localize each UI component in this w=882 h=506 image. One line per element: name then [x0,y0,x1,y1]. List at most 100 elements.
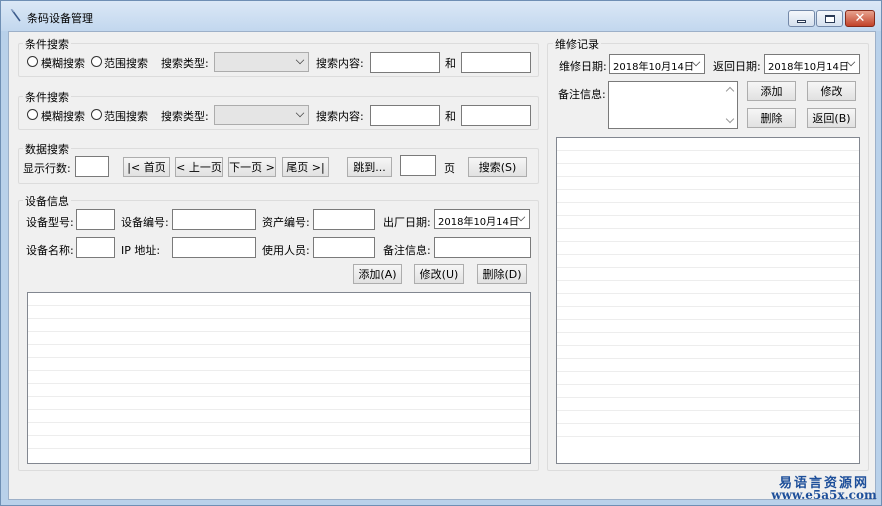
search-group-1-title: 条件搜索 [23,36,71,52]
remark-input[interactable] [434,237,531,258]
list-row [557,229,859,242]
model-input[interactable] [76,209,115,230]
repair-list[interactable] [556,137,860,464]
maximize-icon [824,14,835,23]
minimize-icon [797,19,806,23]
search1-content-input[interactable] [370,52,440,73]
search1-type-label: 搜索类型: [161,57,209,70]
next-page-button[interactable]: 下一页 > [228,157,276,177]
list-row [28,293,530,306]
search-button[interactable]: 搜索(S) [468,157,527,177]
user-input[interactable] [313,237,375,258]
repair-delete-button[interactable]: 删除 [747,108,796,128]
list-row [557,255,859,268]
repair-date-label: 维修日期: [559,60,607,73]
list-row [557,177,859,190]
model-label: 设备型号: [26,216,74,229]
app-window: 条码设备管理 ✕ 条件搜索 模糊搜索 范围搜索 搜索类型: 搜索内容: 和 条件… [0,0,882,506]
device-delete-button[interactable]: 删除(D) [477,264,527,284]
repair-title: 维修记录 [553,36,601,52]
search2-fuzzy-label: 模糊搜索 [41,110,85,123]
list-row [557,372,859,385]
name-input[interactable] [76,237,115,258]
repair-remark-label: 备注信息: [558,88,606,101]
repair-return-button[interactable]: 返回(B) [807,108,856,128]
client-area: 条件搜索 模糊搜索 范围搜索 搜索类型: 搜索内容: 和 条件搜索 模糊搜索 范… [8,31,876,500]
rows-input[interactable] [75,156,109,177]
device-add-button[interactable]: 添加(A) [353,264,402,284]
search2-type-combo[interactable] [214,105,309,125]
factory-date-picker[interactable]: 2018年10月14日 [434,209,530,229]
list-row [557,151,859,164]
list-row [28,410,530,423]
search2-type-label: 搜索类型: [161,110,209,123]
window-title: 条码设备管理 [27,12,93,25]
list-row [557,203,859,216]
textarea-scrollbar[interactable] [723,82,737,128]
rows-label: 显示行数: [23,162,71,175]
search1-content2-input[interactable] [461,52,531,73]
pen-icon [10,9,21,22]
search2-fuzzy-radio[interactable] [27,109,38,120]
list-row [28,371,530,384]
last-page-button[interactable]: 尾页 >| [282,157,329,177]
search2-range-radio[interactable] [91,109,102,120]
factory-date-label: 出厂日期: [383,216,431,229]
ip-label: IP 地址: [121,244,161,257]
search2-content-input[interactable] [370,105,440,126]
repair-remark-textarea[interactable] [608,81,738,129]
search2-content2-input[interactable] [461,105,531,126]
search1-range-radio[interactable] [91,56,102,67]
scroll-up-icon[interactable] [725,86,735,96]
page-input[interactable] [400,155,436,176]
return-date-value: 2018年10月14日 [768,62,849,73]
user-label: 使用人员: [262,244,310,257]
list-row [557,333,859,346]
number-label: 设备编号: [121,216,169,229]
repair-date-value: 2018年10月14日 [613,62,694,73]
repair-add-button[interactable]: 添加 [747,81,796,101]
search1-fuzzy-label: 模糊搜索 [41,57,85,70]
asset-label: 资产编号: [262,216,310,229]
ip-input[interactable] [172,237,256,258]
list-row [557,281,859,294]
return-date-picker[interactable]: 2018年10月14日 [764,54,860,74]
return-date-label: 返回日期: [713,60,761,73]
close-button[interactable]: ✕ [845,10,875,27]
factory-date-value: 2018年10月14日 [438,217,519,228]
list-row [557,242,859,255]
list-row [28,358,530,371]
search1-range-label: 范围搜索 [104,57,148,70]
goto-button[interactable]: 跳到... [347,157,392,177]
search2-content-label: 搜索内容: [316,110,364,123]
repair-date-picker[interactable]: 2018年10月14日 [609,54,705,74]
list-row [557,385,859,398]
first-page-button[interactable]: |< 首页 [123,157,170,177]
maximize-button[interactable] [816,10,843,27]
list-row [28,345,530,358]
chevron-down-icon [295,108,305,118]
repair-modify-button[interactable]: 修改 [807,81,856,101]
list-row [557,294,859,307]
list-row [557,398,859,411]
minimize-button[interactable] [788,10,815,27]
list-row [28,332,530,345]
list-row [557,320,859,333]
device-list[interactable] [27,292,531,464]
scroll-down-icon[interactable] [725,114,735,124]
search1-fuzzy-radio[interactable] [27,56,38,67]
list-row [557,190,859,203]
prev-page-button[interactable]: < 上一页 [175,157,223,177]
search1-type-combo[interactable] [214,52,309,72]
device-modify-button[interactable]: 修改(U) [414,264,464,284]
search-group-2-title: 条件搜索 [23,89,71,105]
watermark-url: www.e5a5x.com [771,488,877,502]
asset-input[interactable] [313,209,375,230]
number-input[interactable] [172,209,256,230]
remark-label: 备注信息: [383,244,431,257]
list-row [557,346,859,359]
title-bar[interactable]: 条码设备管理 ✕ [1,1,881,31]
search1-content-label: 搜索内容: [316,57,364,70]
search1-and-label: 和 [445,57,456,70]
list-row [28,306,530,319]
